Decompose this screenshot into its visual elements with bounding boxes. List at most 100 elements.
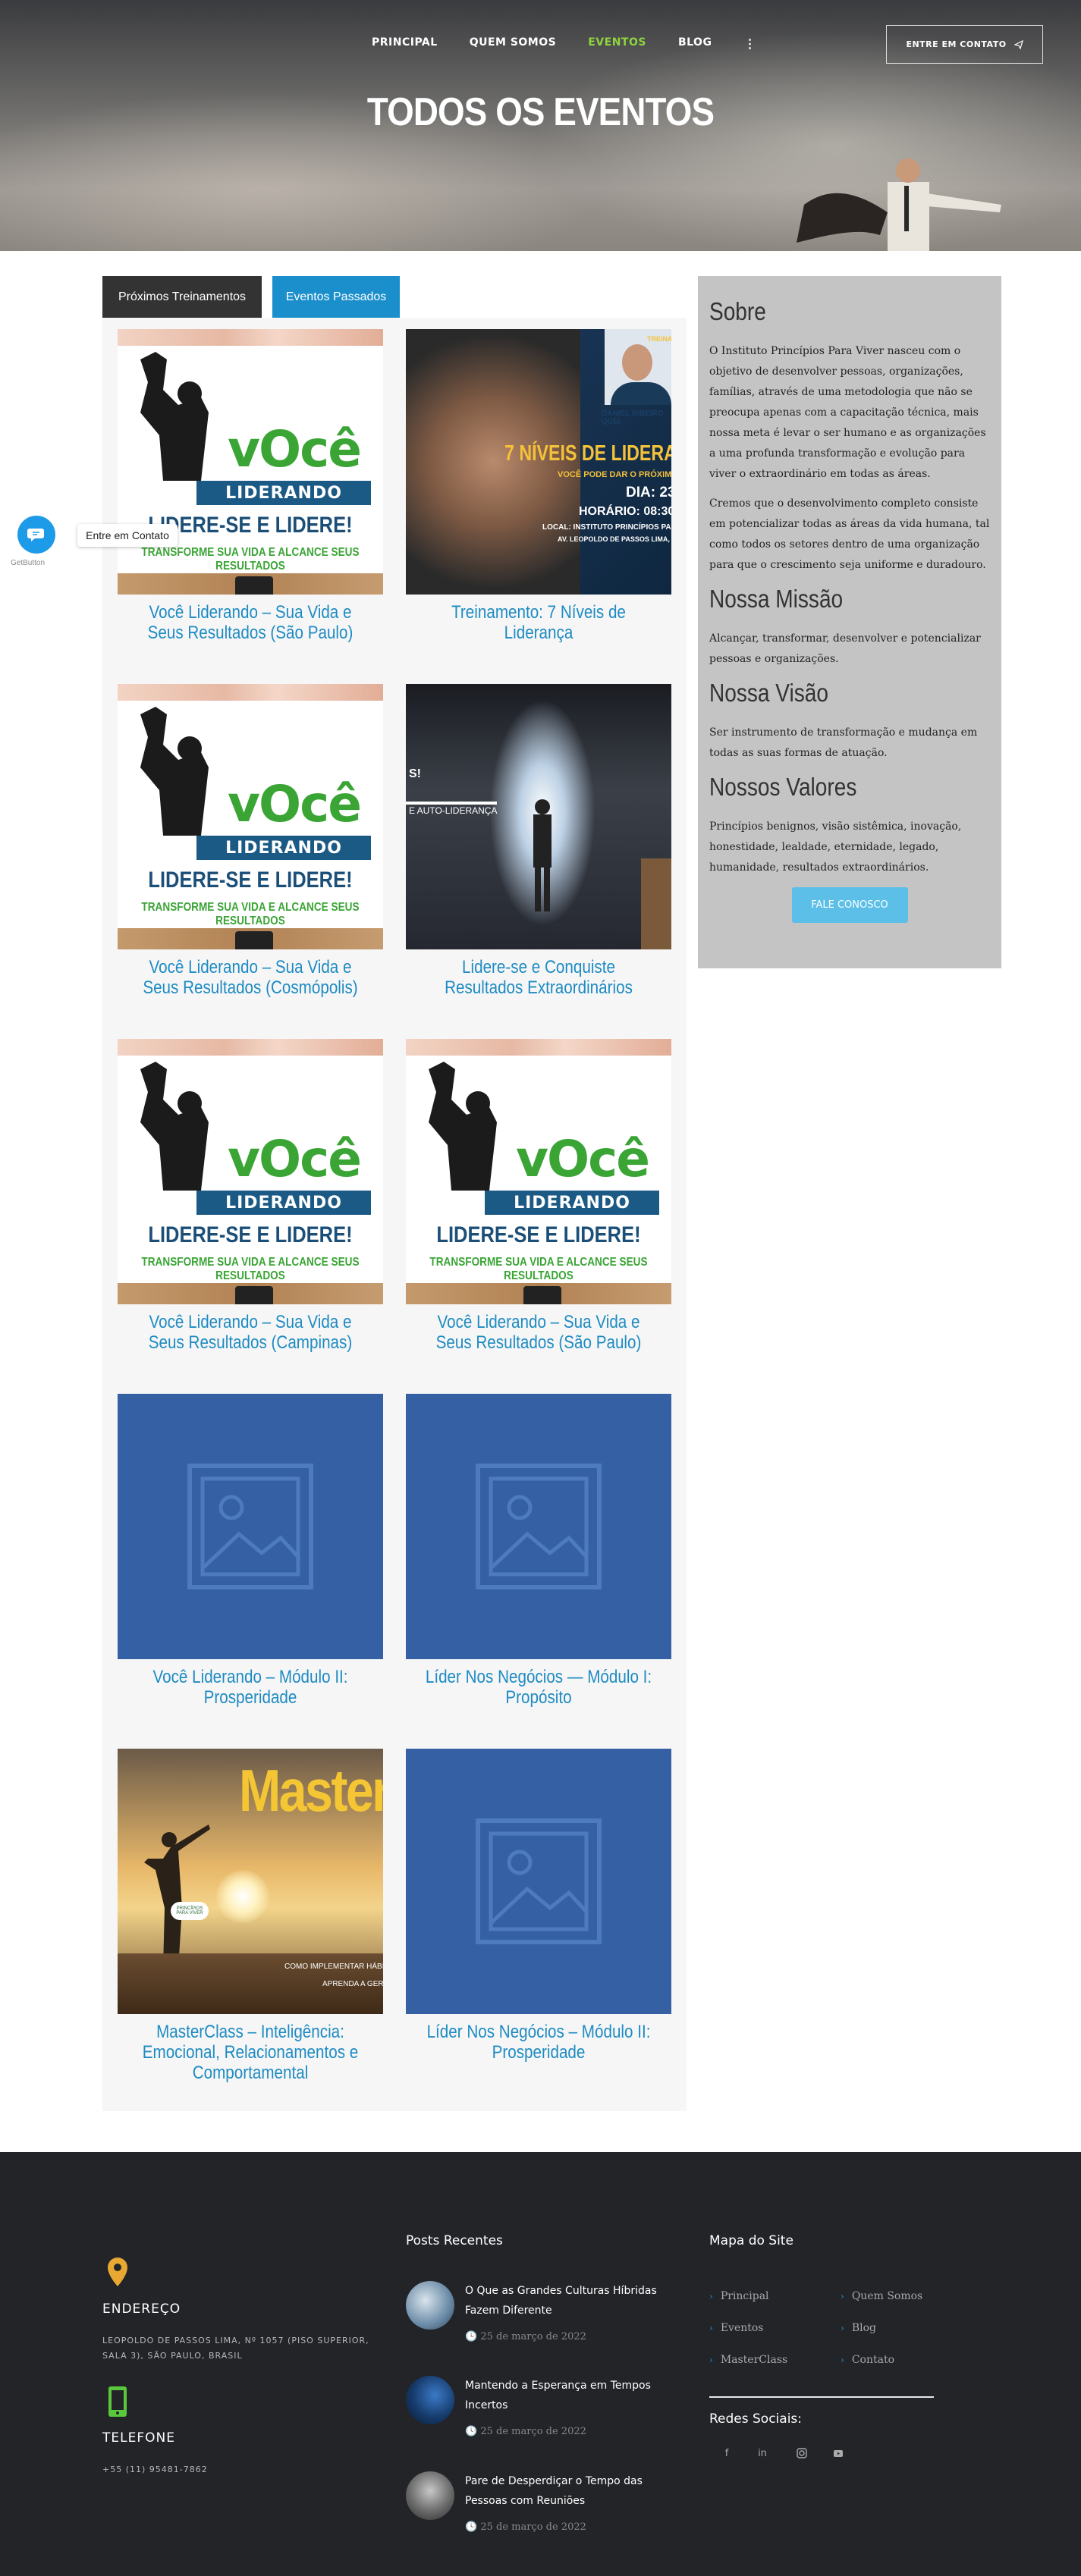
facebook-icon[interactable]: f (715, 2442, 738, 2465)
poster-dia-text: DIA: 23/ (626, 485, 671, 500)
post-thumbnail (406, 2281, 454, 2330)
post-title[interactable]: O Que as Grandes Culturas Híbridas Fazem… (465, 2281, 677, 2320)
poster-aprenda-text: APRENDA A GEREN (322, 1980, 383, 1988)
sitemap-heading: Mapa do Site (709, 2233, 793, 2248)
event-title[interactable]: Líder Nos Negócios – Módulo II: Prosperi… (425, 2022, 653, 2063)
event-title[interactable]: Líder Nos Negócios — Módulo I: Propósito (425, 1667, 653, 1708)
poster-transforme-text: TRANSFORME SUA VIDA E ALCANCE SEUS RESUL… (141, 1256, 360, 1282)
poster-treinamento-text: TREINAMENTO (647, 335, 671, 343)
recent-post[interactable]: Mantendo a Esperança em Tempos Incertos … (406, 2376, 679, 2437)
sitemap-link[interactable]: › Eventos (709, 2322, 763, 2334)
sitemap-link-label[interactable]: Quem Somos (852, 2290, 922, 2302)
event-card[interactable]: DANIEL RIBEIRO QUEI TREINAMENTO 7 NÍVEIS… (406, 329, 671, 643)
hero-banner: PRINCIPAL QUEM SOMOS EVENTOS BLOG ⋮ ENTR… (0, 0, 1081, 251)
chat-label[interactable]: Entre em Contato (77, 524, 178, 547)
phone-heading: TELEFONE (102, 2430, 175, 2446)
event-card[interactable]: vOcê LIDERANDO LIDERE-SE E LIDERE! TRANS… (118, 684, 383, 998)
placeholder-image (118, 1394, 383, 1659)
address-heading: ENDEREÇO (102, 2301, 181, 2317)
poster-como-text: COMO IMPLEMENTAR HÁBITOS Q (284, 1963, 383, 1971)
event-title[interactable]: Você Liderando – Sua Vida e Seus Resulta… (137, 957, 365, 998)
poster-liderando-text: LIDERANDO (196, 1191, 371, 1215)
contact-button[interactable]: ENTRE EM CONTATO (886, 25, 1043, 64)
tab-upcoming[interactable]: Próximos Treinamentos (102, 276, 262, 318)
poster-transforme-text: TRANSFORME SUA VIDA E ALCANCE SEUS RESUL… (141, 546, 360, 573)
event-card[interactable]: Você Liderando – Módulo II: Prosperidade (118, 1394, 383, 1708)
event-card[interactable]: vOcê LIDERANDO LIDERE-SE E LIDERE! TRANS… (406, 1039, 671, 1353)
sitemap-link[interactable]: › MasterClass (709, 2354, 787, 2366)
event-title[interactable]: MasterClass – Inteligência: Emocional, R… (137, 2022, 365, 2083)
chat-button[interactable] (17, 516, 55, 554)
address-text: LEOPOLDO DE PASSOS LIMA, Nº 1057 (PISO S… (102, 2336, 369, 2361)
event-title[interactable]: Você Liderando – Módulo II: Prosperidade (137, 1667, 365, 1708)
fale-conosco-button[interactable]: FALE CONOSCO (791, 887, 908, 923)
recent-post[interactable]: O Que as Grandes Culturas Híbridas Fazem… (406, 2281, 679, 2342)
sobre-text-1: O Instituto Princípios Para Viver nasceu… (709, 345, 986, 480)
event-card[interactable]: S! E AUTO-LIDERANÇA Lidere-se e Conquist… (406, 684, 671, 998)
poster-master-text: Master (239, 1757, 383, 1824)
sitemap-link[interactable]: › Blog (841, 2322, 876, 2334)
nav-eventos[interactable]: EVENTOS (588, 36, 646, 51)
poster-transforme-text: TRANSFORME SUA VIDA E ALCANCE SEUS RESUL… (429, 1256, 648, 1282)
contact-button-label: ENTRE EM CONTATO (906, 39, 1007, 49)
sobre-heading: Sobre (709, 297, 766, 325)
post-date-text: 25 de março de 2022 (480, 2426, 586, 2437)
poster-lidere-text: LIDERE-SE E LIDERE! (436, 1222, 641, 1247)
phone-icon (108, 2386, 127, 2417)
instagram-icon[interactable] (790, 2442, 813, 2465)
event-card[interactable]: vOcê LIDERANDO LIDERE-SE E LIDERE! TRANS… (118, 1039, 383, 1353)
poster-speaker-text: DANIEL RIBEIRO QUEI (602, 409, 664, 426)
event-card[interactable]: Master PRINCÍPIOS PARA VIVER COMO IMPLEM… (118, 1749, 383, 2083)
event-card[interactable]: Líder Nos Negócios — Módulo I: Propósito (406, 1394, 671, 1708)
recent-post[interactable]: Pare de Desperdiçar o Tempo das Pessoas … (406, 2471, 679, 2533)
event-title[interactable]: Você Liderando – Sua Vida e Seus Resulta… (425, 1312, 653, 1353)
poster-voce-text: vOcê (228, 420, 362, 478)
event-title[interactable]: Lidere-se e Conquiste Resultados Extraor… (425, 957, 653, 998)
placeholder-image-icon (187, 1464, 313, 1589)
post-title[interactable]: Mantendo a Esperança em Tempos Incertos (465, 2376, 677, 2415)
sitemap-link[interactable]: › Principal (709, 2290, 769, 2302)
poster-proximo-text: VOCÊ PODE DAR O PRÓXIMO PASSO (558, 470, 671, 479)
event-title[interactable]: Você Liderando – Sua Vida e Seus Resulta… (137, 1312, 365, 1353)
post-date: 🕓 25 de março de 2022 (465, 2331, 586, 2342)
poster-local-text: LOCAL: INSTITUTO PRINCÍPIOS PARA VIVER (542, 523, 671, 532)
valores-heading: Nossos Valores (709, 773, 857, 801)
nav-quem-somos[interactable]: QUEM SOMOS (470, 36, 557, 51)
post-title[interactable]: Pare de Desperdiçar o Tempo das Pessoas … (465, 2471, 677, 2511)
nav-principal[interactable]: PRINCIPAL (372, 36, 438, 51)
post-date-text: 25 de março de 2022 (480, 2521, 586, 2533)
event-card[interactable]: Líder Nos Negócios – Módulo II: Prosperi… (406, 1749, 671, 2063)
voce-liderando-poster: vOcê LIDERANDO LIDERE-SE E LIDERE! TRANS… (118, 329, 383, 595)
chevron-right-icon: › (841, 2291, 844, 2301)
post-thumbnail (406, 2376, 454, 2424)
phone-text[interactable]: +55 (11) 95481-7862 (102, 2462, 208, 2477)
sitemap-link[interactable]: › Quem Somos (841, 2290, 922, 2302)
about-sidebar: Sobre O Instituto Princípios Para Viver … (698, 276, 1001, 968)
footer-sitemap: Mapa do Site (709, 2233, 793, 2248)
post-date: 🕓 25 de março de 2022 (465, 2426, 586, 2437)
event-title[interactable]: Treinamento: 7 Níveis de Liderança (425, 602, 653, 643)
chevron-right-icon: › (709, 2291, 713, 2301)
sitemap-link-label[interactable]: Principal (721, 2290, 769, 2302)
event-card[interactable]: vOcê LIDERANDO LIDERE-SE E LIDERE! TRANS… (118, 329, 383, 643)
poster-horario-text: HORÁRIO: 08:30 - 19: (579, 505, 671, 518)
tab-past[interactable]: Eventos Passados (272, 276, 400, 318)
nav-blog[interactable]: BLOG (678, 36, 712, 51)
getbutton-brand: GetButton (11, 559, 46, 567)
chevron-right-icon: › (841, 2355, 844, 2365)
visao-heading: Nossa Visão (709, 679, 828, 707)
chevron-right-icon: › (709, 2323, 713, 2333)
more-menu-icon[interactable]: ⋮ (743, 36, 756, 51)
location-pin-icon (108, 2258, 127, 2286)
poster-liderando-text: LIDERANDO (196, 481, 371, 505)
linkedin-icon[interactable]: in (751, 2442, 774, 2465)
sitemap-link-label[interactable]: Contato (852, 2354, 894, 2366)
sitemap-link[interactable]: › Contato (841, 2354, 894, 2366)
sitemap-link-label[interactable]: MasterClass (721, 2354, 787, 2366)
event-title[interactable]: Você Liderando – Sua Vida e Seus Resulta… (137, 602, 365, 643)
sitemap-link-label[interactable]: Eventos (721, 2322, 764, 2334)
youtube-icon[interactable] (827, 2442, 850, 2465)
sitemap-link-label[interactable]: Blog (852, 2322, 876, 2334)
voce-liderando-poster: vOcê LIDERANDO LIDERE-SE E LIDERE! TRANS… (406, 1039, 671, 1304)
recent-posts-heading: Posts Recentes (406, 2233, 503, 2248)
